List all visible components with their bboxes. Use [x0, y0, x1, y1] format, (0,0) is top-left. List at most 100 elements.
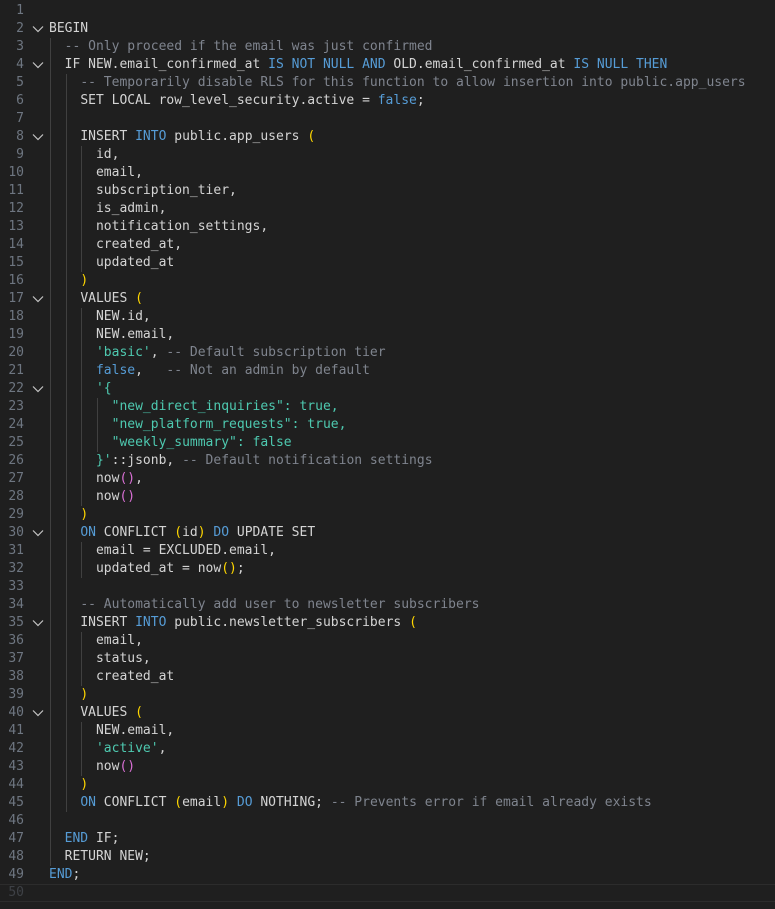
fold-chevron-down-icon[interactable] — [31, 56, 45, 74]
code-line[interactable]: 49 END; — [0, 866, 775, 884]
indent-guide — [65, 110, 67, 128]
indent-guide — [65, 326, 67, 344]
code-text: ) — [80, 506, 88, 524]
code-text: now() — [96, 758, 135, 776]
indent-guide — [65, 236, 67, 254]
code-line[interactable]: 33 — [0, 578, 775, 596]
code-line[interactable]: 48 RETURN NEW; — [0, 848, 775, 866]
code-line[interactable]: 29) — [0, 506, 775, 524]
code-token: , — [150, 345, 167, 360]
code-line[interactable]: 22 '{ — [0, 380, 775, 398]
code-line[interactable]: 45 ON CONFLICT (email) DO NOTHING; -- Pre… — [0, 794, 775, 812]
code-line[interactable]: 28 now() — [0, 488, 775, 506]
code-line[interactable]: 19 NEW.email, — [0, 326, 775, 344]
indent-guide — [65, 344, 67, 362]
code-token: NOTHING; — [252, 795, 331, 810]
code-token: -- Not an admin by default — [166, 363, 370, 378]
code-token: DO — [213, 525, 230, 540]
code-line[interactable]: 38 created_at — [0, 668, 775, 686]
code-line[interactable]: 34 -- Automatically add user to newslette… — [0, 596, 775, 614]
code-line[interactable]: 37 status, — [0, 650, 775, 668]
code-line[interactable]: 25 "weekly_summary": false — [0, 434, 775, 452]
indent-guide — [50, 794, 51, 812]
indent-guide — [50, 650, 51, 668]
line-number: 17 — [8, 291, 24, 306]
code-line[interactable]: 31 email = EXCLUDED.email, — [0, 542, 775, 560]
code-line[interactable]: 40 VALUES ( — [0, 704, 775, 722]
code-token: -- Only proceed if the email was just co… — [64, 39, 433, 54]
code-text: RETURN NEW; — [65, 848, 151, 866]
code-line[interactable]: 1 — [0, 2, 775, 20]
indent-guide — [50, 632, 51, 650]
code-text: VALUES ( — [80, 290, 143, 308]
code-line[interactable]: 5 -- Temporarily disable RLS for this fun… — [0, 74, 775, 92]
code-line[interactable]: 3 -- Only proceed if the email was just c… — [0, 38, 775, 56]
fold-chevron-down-icon[interactable] — [31, 614, 45, 632]
line-number: 26 — [8, 453, 24, 468]
indent-guide — [50, 740, 51, 758]
fold-chevron-down-icon[interactable] — [31, 704, 45, 722]
code-line[interactable]: 46 — [0, 812, 775, 830]
code-line[interactable]: 36 email, — [0, 632, 775, 650]
fold-chevron-down-icon[interactable] — [31, 380, 45, 398]
code-line[interactable]: 10 email, — [0, 164, 775, 182]
code-line[interactable]: 26}'::jsonb, -- Default notification set… — [0, 452, 775, 470]
code-line[interactable]: 16) — [0, 272, 775, 290]
code-line[interactable]: 4 IF NEW.email_confirmed_at IS NOT NULL A… — [0, 56, 775, 74]
code-editor[interactable]: 1 2 BEGIN 3 -- Only proceed if the email was… — [0, 0, 775, 909]
code-line[interactable]: 42 'active', — [0, 740, 775, 758]
code-line[interactable]: 15 updated_at — [0, 254, 775, 272]
code-line[interactable]: 30 ON CONFLICT (id) DO UPDATE SET — [0, 524, 775, 542]
code-token: INTO — [135, 129, 167, 144]
code-line[interactable]: 17 VALUES ( — [0, 290, 775, 308]
code-line[interactable]: 6 SET LOCAL row_level_security.active = f… — [0, 92, 775, 110]
code-line[interactable]: 27 now(), — [0, 470, 775, 488]
code-line[interactable]: 44) — [0, 776, 775, 794]
code-line[interactable]: 21 false, -- Not an admin by default — [0, 362, 775, 380]
indent-guide — [65, 488, 67, 506]
code-text: email = EXCLUDED.email, — [96, 542, 276, 560]
code-line[interactable]: 2 BEGIN — [0, 20, 775, 38]
code-line[interactable]: 35 INSERT INTO public.newsletter_subscrib… — [0, 614, 775, 632]
code-token: RETURN NEW; — [64, 849, 151, 864]
code-text: ) — [80, 776, 88, 794]
indent-guide — [65, 74, 67, 92]
indent-guide — [50, 434, 51, 452]
code-line[interactable]: 41 NEW.email, — [0, 722, 775, 740]
code-token: }' — [95, 453, 112, 468]
code-token: CONFLICT — [95, 525, 175, 540]
code-token: NEW.email, — [95, 723, 175, 738]
code-line[interactable]: 20 'basic', -- Default subscription tier — [0, 344, 775, 362]
code-line[interactable]: 7 — [0, 110, 775, 128]
code-line[interactable]: 11 subscription_tier, — [0, 182, 775, 200]
fold-chevron-down-icon[interactable] — [31, 290, 45, 308]
code-line[interactable]: 18 NEW.id, — [0, 308, 775, 326]
code-token: now — [95, 489, 120, 504]
code-line[interactable]: 12 is_admin, — [0, 200, 775, 218]
line-number: 3 — [16, 39, 24, 54]
indent-guide — [50, 218, 51, 236]
code-token: public.app_users — [166, 129, 308, 144]
code-line[interactable]: 13 notification_settings, — [0, 218, 775, 236]
code-line[interactable]: 24 "new_platform_requests": true, — [0, 416, 775, 434]
code-line[interactable]: 23 "new_direct_inquiries": true, — [0, 398, 775, 416]
line-number: 28 — [8, 489, 24, 504]
code-line[interactable]: 50 — [0, 884, 775, 902]
fold-chevron-down-icon[interactable] — [31, 20, 45, 38]
indent-guide — [65, 542, 67, 560]
code-line[interactable]: 8 INSERT INTO public.app_users ( — [0, 128, 775, 146]
line-number: 18 — [8, 309, 24, 324]
line-number: 36 — [8, 633, 24, 648]
code-line[interactable]: 9 id, — [0, 146, 775, 164]
code-line[interactable]: 14 created_at, — [0, 236, 775, 254]
indent-guide — [65, 164, 67, 182]
code-line[interactable]: 32 updated_at = now(); — [0, 560, 775, 578]
fold-chevron-down-icon[interactable] — [31, 524, 45, 542]
code-token: DO — [236, 795, 253, 810]
indent-guide — [50, 812, 51, 830]
fold-chevron-down-icon[interactable] — [31, 128, 45, 146]
code-line[interactable]: 43 now() — [0, 758, 775, 776]
code-line[interactable]: 47 END IF; — [0, 830, 775, 848]
code-token: () — [119, 489, 136, 504]
code-line[interactable]: 39) — [0, 686, 775, 704]
